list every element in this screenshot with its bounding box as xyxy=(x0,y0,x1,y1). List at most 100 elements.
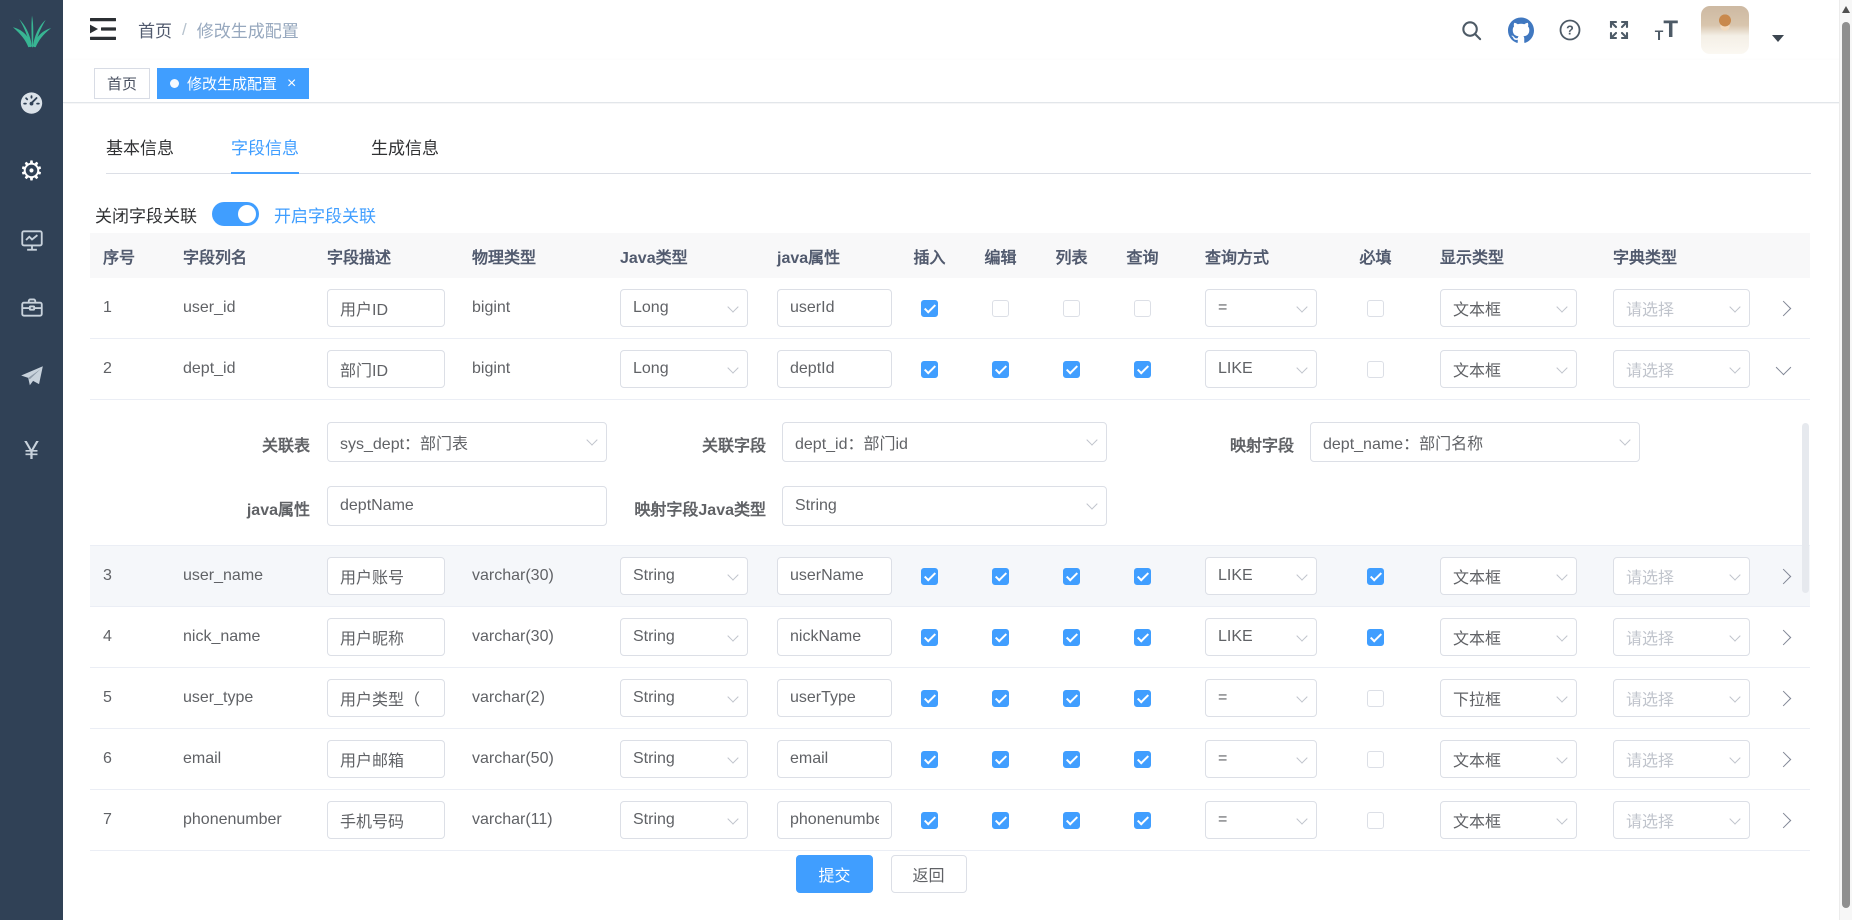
open-field-relation-link[interactable]: 开启字段关联 xyxy=(274,202,376,227)
html-type-select[interactable]: 下拉框 xyxy=(1440,679,1577,717)
page-scrollbar[interactable] xyxy=(1839,0,1852,920)
query-type-select[interactable]: LIKE xyxy=(1205,618,1317,656)
dict-type-select[interactable]: 请选择 xyxy=(1613,557,1750,595)
expand-row-icon[interactable] xyxy=(1775,568,1791,584)
edit-checkbox[interactable] xyxy=(992,361,1009,378)
scrollbar-up-arrow-icon[interactable] xyxy=(1842,6,1850,13)
desc-input[interactable] xyxy=(327,679,445,717)
required-checkbox[interactable] xyxy=(1367,690,1384,707)
list-checkbox[interactable] xyxy=(1063,812,1080,829)
insert-checkbox[interactable] xyxy=(921,361,938,378)
avatar[interactable] xyxy=(1701,6,1749,54)
query-checkbox[interactable] xyxy=(1134,361,1151,378)
required-checkbox[interactable] xyxy=(1367,751,1384,768)
required-checkbox[interactable] xyxy=(1367,629,1384,646)
search-button[interactable] xyxy=(1459,17,1485,43)
dict-type-select[interactable]: 请选择 xyxy=(1613,740,1750,778)
java-type-select[interactable]: Long xyxy=(620,350,748,388)
insert-checkbox[interactable] xyxy=(921,812,938,829)
sidebar-item-tool[interactable] xyxy=(0,287,63,327)
java-type-select[interactable]: String xyxy=(620,740,748,778)
sidebar-item-guide[interactable] xyxy=(0,356,63,396)
dict-type-select[interactable]: 请选择 xyxy=(1613,801,1750,839)
list-checkbox[interactable] xyxy=(1063,629,1080,646)
html-type-select[interactable]: 文本框 xyxy=(1440,740,1577,778)
tag-active-page[interactable]: 修改生成配置 × xyxy=(157,68,309,99)
mapping-java-type-select[interactable]: String xyxy=(782,486,1107,526)
required-checkbox[interactable] xyxy=(1367,568,1384,585)
html-type-select[interactable]: 文本框 xyxy=(1440,557,1577,595)
query-checkbox[interactable] xyxy=(1134,568,1151,585)
close-icon[interactable]: × xyxy=(287,75,296,93)
submit-button[interactable]: 提交 xyxy=(796,855,872,893)
list-checkbox[interactable] xyxy=(1063,690,1080,707)
fullscreen-button[interactable] xyxy=(1606,17,1632,43)
edit-checkbox[interactable] xyxy=(992,690,1009,707)
insert-checkbox[interactable] xyxy=(921,300,938,317)
dict-type-select[interactable]: 请选择 xyxy=(1613,289,1750,327)
expand-row-icon[interactable] xyxy=(1775,629,1791,645)
expand-row-icon[interactable] xyxy=(1775,300,1791,316)
query-type-select[interactable]: LIKE xyxy=(1205,557,1317,595)
required-checkbox[interactable] xyxy=(1367,361,1384,378)
tag-home[interactable]: 首页 xyxy=(94,68,150,99)
java-field-input[interactable] xyxy=(777,679,892,717)
java-type-select[interactable]: Long xyxy=(620,289,748,327)
query-checkbox[interactable] xyxy=(1134,300,1151,317)
sidebar-fold-button[interactable] xyxy=(89,16,117,42)
java-field-input[interactable] xyxy=(777,801,892,839)
help-button[interactable]: ? xyxy=(1557,17,1583,43)
java-field-input[interactable] xyxy=(777,618,892,656)
list-checkbox[interactable] xyxy=(1063,361,1080,378)
insert-checkbox[interactable] xyxy=(921,629,938,646)
edit-checkbox[interactable] xyxy=(992,751,1009,768)
dict-type-select[interactable]: 请选择 xyxy=(1613,618,1750,656)
edit-checkbox[interactable] xyxy=(992,812,1009,829)
java-type-select[interactable]: String xyxy=(620,679,748,717)
insert-checkbox[interactable] xyxy=(921,690,938,707)
java-type-select[interactable]: String xyxy=(620,557,748,595)
back-button[interactable]: 返回 xyxy=(891,855,967,893)
html-type-select[interactable]: 文本框 xyxy=(1440,618,1577,656)
required-checkbox[interactable] xyxy=(1367,812,1384,829)
caret-down-icon[interactable] xyxy=(1772,35,1784,42)
list-checkbox[interactable] xyxy=(1063,300,1080,317)
desc-input[interactable] xyxy=(327,618,445,656)
dict-type-select[interactable]: 请选择 xyxy=(1613,350,1750,388)
java-field-input[interactable] xyxy=(777,289,892,327)
font-size-button[interactable]: TT xyxy=(1655,18,1678,42)
desc-input[interactable] xyxy=(327,557,445,595)
insert-checkbox[interactable] xyxy=(921,568,938,585)
sidebar-item-pay[interactable]: ¥ xyxy=(0,430,63,470)
sidebar-item-system[interactable]: ⚙ xyxy=(0,151,63,191)
expand-row-icon[interactable] xyxy=(1775,812,1791,828)
java-field-input[interactable] xyxy=(777,350,892,388)
tab-basic-info[interactable]: 基本信息 xyxy=(106,128,174,174)
desc-input[interactable] xyxy=(327,801,445,839)
required-checkbox[interactable] xyxy=(1367,300,1384,317)
desc-input[interactable] xyxy=(327,740,445,778)
list-checkbox[interactable] xyxy=(1063,751,1080,768)
breadcrumb-home[interactable]: 首页 xyxy=(138,17,172,42)
desc-input[interactable] xyxy=(327,350,445,388)
html-type-select[interactable]: 文本框 xyxy=(1440,350,1577,388)
tab-gen-info[interactable]: 生成信息 xyxy=(371,128,439,174)
table-scrollbar-thumb[interactable] xyxy=(1802,423,1809,593)
html-type-select[interactable]: 文本框 xyxy=(1440,289,1577,327)
relation-field-select[interactable]: dept_id：部门id xyxy=(782,422,1107,462)
mapping-field-select[interactable]: dept_name：部门名称 xyxy=(1310,422,1640,462)
expand-row-icon[interactable] xyxy=(1775,690,1791,706)
query-type-select[interactable]: = xyxy=(1205,289,1317,327)
insert-checkbox[interactable] xyxy=(921,751,938,768)
relation-table-select[interactable]: sys_dept：部门表 xyxy=(327,422,607,462)
query-checkbox[interactable] xyxy=(1134,812,1151,829)
java-attr-input[interactable] xyxy=(327,486,607,526)
page-scrollbar-thumb[interactable] xyxy=(1842,22,1850,908)
java-field-input[interactable] xyxy=(777,557,892,595)
tab-field-info[interactable]: 字段信息 xyxy=(231,128,299,174)
java-field-input[interactable] xyxy=(777,740,892,778)
sidebar-item-monitor[interactable] xyxy=(0,220,63,260)
dict-type-select[interactable]: 请选择 xyxy=(1613,679,1750,717)
list-checkbox[interactable] xyxy=(1063,568,1080,585)
java-type-select[interactable]: String xyxy=(620,801,748,839)
